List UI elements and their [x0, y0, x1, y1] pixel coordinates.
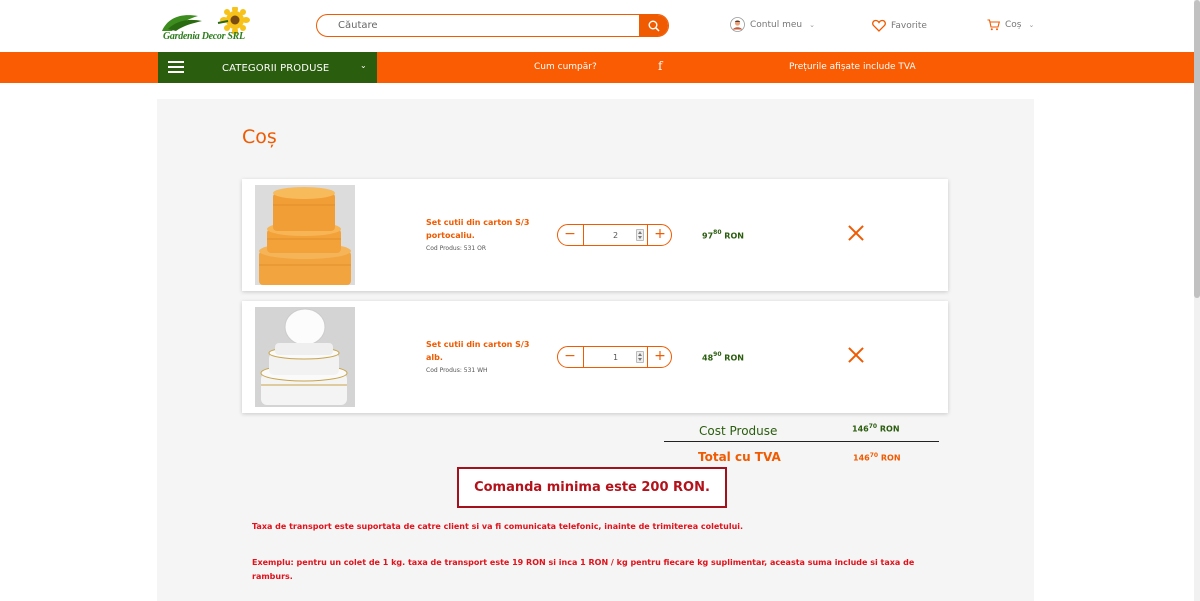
cart-icon: [987, 19, 1000, 31]
transport-example-note: Exemplu: pentru un colet de 1 kg. taxa d…: [252, 558, 915, 581]
product-code: Cod Produs: 531 OR: [426, 245, 487, 252]
categories-label: CATEGORII PRODUSE: [222, 63, 330, 74]
product-image[interactable]: [255, 307, 355, 407]
site-header: Gardenia Decor SRL Contul meu ⌄ Favorite: [0, 0, 1194, 52]
vat-note: Prețurile afișate include TVA: [789, 62, 916, 72]
logo-text: Gardenia Decor SRL: [163, 31, 245, 42]
product-image[interactable]: [255, 185, 355, 285]
cart-item: Set cutii din carton S/3 alb. Cod Produs…: [242, 301, 948, 413]
orange-boxes-image: [255, 185, 355, 285]
menu-icon: [168, 61, 184, 73]
plus-icon[interactable]: +: [650, 226, 670, 244]
spinner-icon[interactable]: [636, 351, 644, 363]
how-to-buy-link[interactable]: Cum cumpăr?: [534, 62, 597, 72]
transport-note: Taxa de transport este suportata de catr…: [252, 522, 744, 531]
chevron-down-icon: ⌄: [809, 20, 815, 29]
heart-icon: [872, 19, 886, 32]
scrollbar[interactable]: [1194, 0, 1200, 601]
item-price: 9780 RON: [702, 229, 744, 241]
quantity-stepper: − +: [557, 224, 672, 246]
favorites-link[interactable]: Favorite: [872, 19, 927, 32]
spinner-icon[interactable]: [636, 229, 644, 241]
quantity-stepper: − +: [557, 346, 672, 368]
account-label: Contul meu: [750, 19, 803, 30]
chevron-down-icon: ⌄: [1028, 21, 1035, 29]
product-name-link[interactable]: Set cutii din carton S/3 alb.: [426, 338, 546, 364]
cart-item: Set cutii din carton S/3 portocaliu. Cod…: [242, 179, 948, 291]
minus-icon[interactable]: −: [560, 348, 580, 366]
product-code: Cod Produs: 531 WH: [426, 367, 488, 374]
account-link[interactable]: Contul meu ⌄: [730, 17, 815, 32]
facebook-icon[interactable]: f: [658, 59, 662, 73]
cart-link[interactable]: Coș ⌄: [987, 19, 1034, 31]
min-order-notice: Comanda minima este 200 RON.: [457, 467, 727, 508]
remove-item-button[interactable]: [848, 347, 864, 363]
total-vat-label: Total cu TVA: [698, 450, 781, 464]
product-name-link[interactable]: Set cutii din carton S/3 portocaliu.: [426, 216, 546, 242]
white-boxes-image: [255, 307, 355, 407]
minus-icon[interactable]: −: [560, 226, 580, 244]
page-title: Coș: [242, 126, 277, 148]
search-input[interactable]: [317, 15, 641, 36]
categories-menu-button[interactable]: CATEGORII PRODUSE ⌄: [158, 52, 377, 83]
search-button[interactable]: [639, 15, 668, 36]
search-bar: [316, 14, 669, 37]
products-cost-label: Cost Produse: [699, 424, 778, 438]
item-price: 4890 RON: [702, 351, 744, 363]
favorites-label: Favorite: [891, 20, 927, 31]
scrollbar-thumb[interactable]: [1194, 0, 1200, 298]
user-icon: [730, 17, 745, 32]
products-cost-value: 14670 RON: [852, 423, 900, 434]
site-logo[interactable]: Gardenia Decor SRL: [158, 7, 254, 45]
chevron-down-icon: ⌄: [360, 61, 367, 70]
totals-divider: [664, 441, 939, 442]
plus-icon[interactable]: +: [650, 348, 670, 366]
cart-panel: Coș Set cutii din carton S/3 portocaliu.…: [157, 99, 1034, 601]
remove-item-button[interactable]: [848, 225, 864, 241]
cart-label: Coș: [1005, 20, 1022, 30]
total-vat-value: 14670 RON: [853, 452, 901, 463]
search-icon: [648, 20, 660, 32]
main-nav: CATEGORII PRODUSE ⌄ Cum cumpăr? f Prețur…: [0, 52, 1194, 83]
